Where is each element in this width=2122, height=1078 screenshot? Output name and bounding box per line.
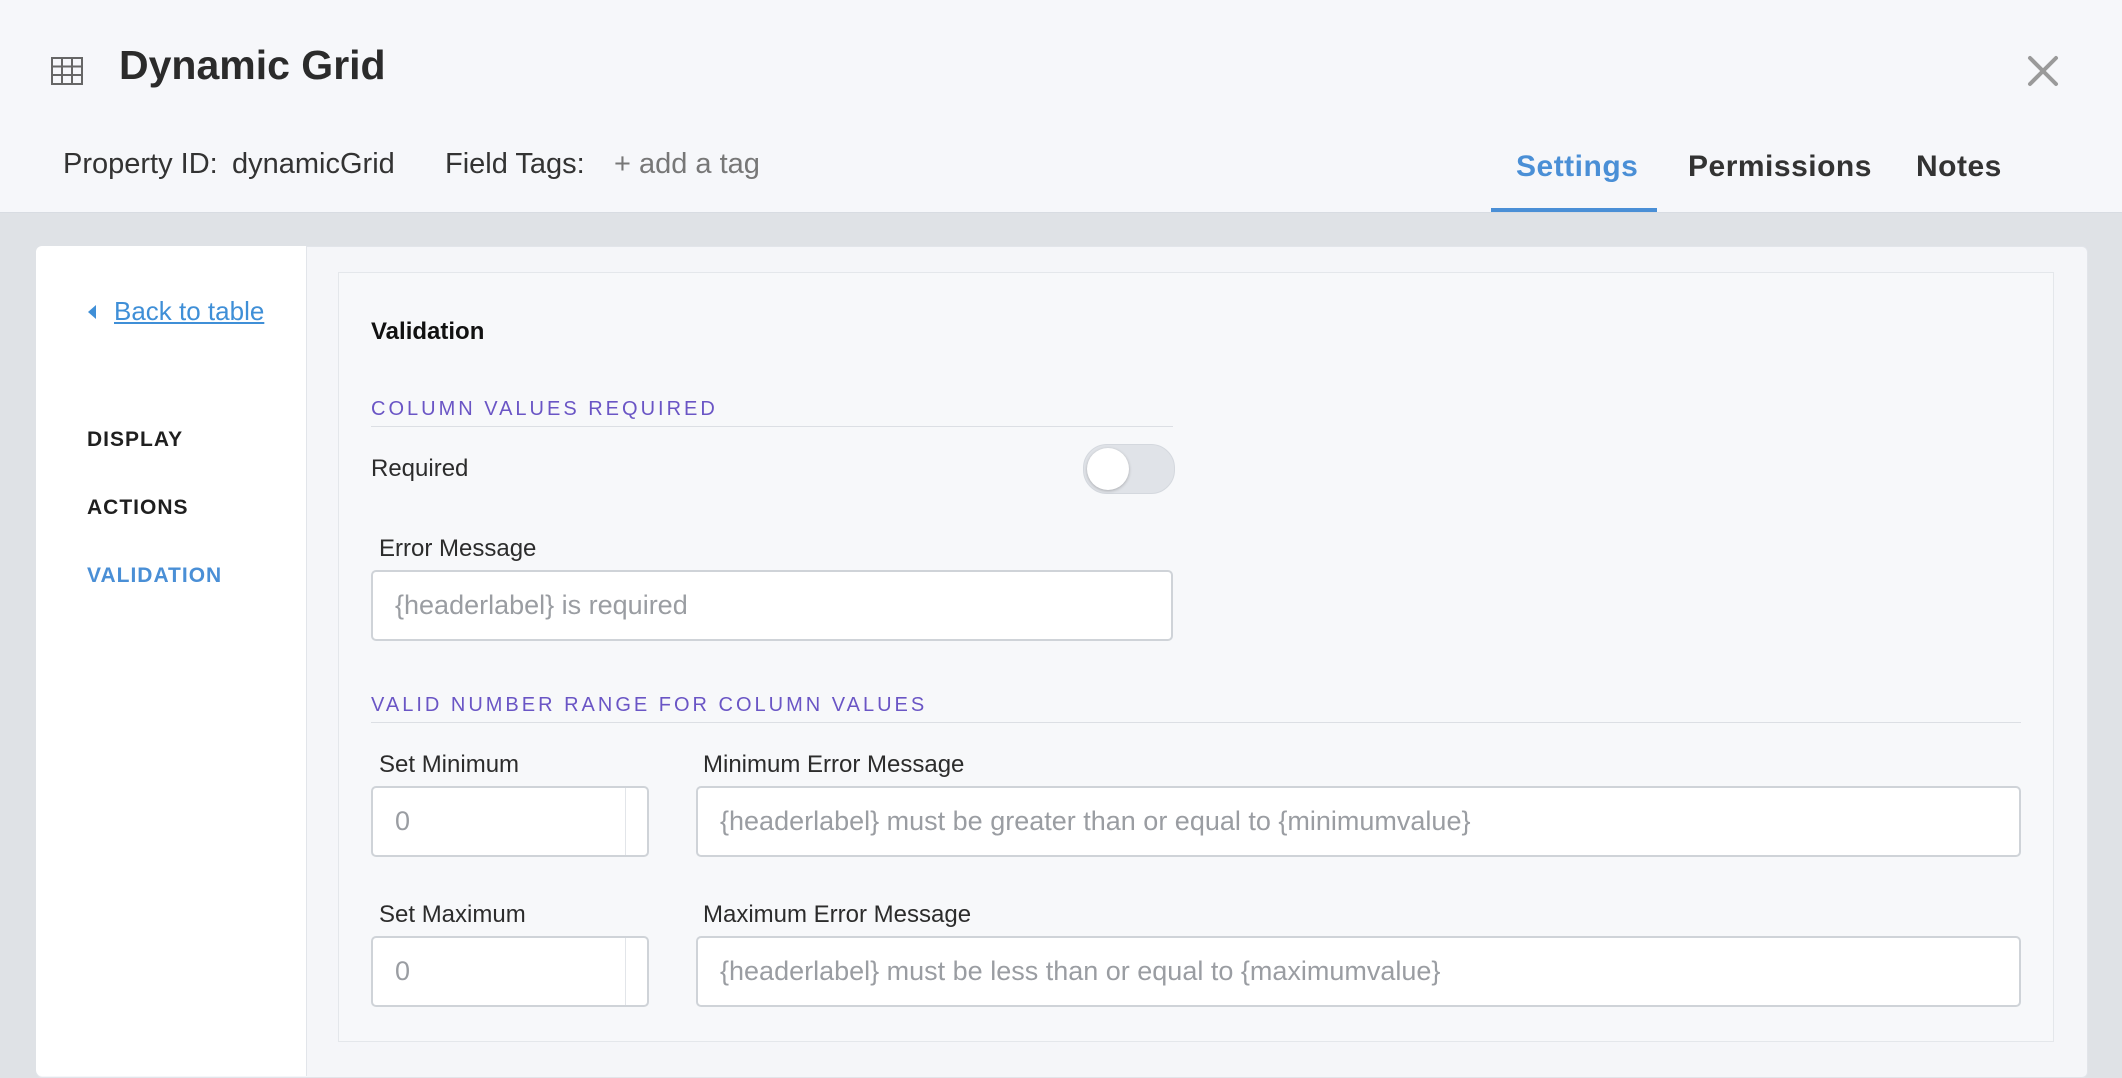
dialog-title: Dynamic Grid bbox=[119, 42, 386, 88]
field-tags-label: Field Tags: bbox=[445, 148, 585, 180]
add-tag-button[interactable]: + add a tag bbox=[614, 148, 760, 181]
required-toggle[interactable] bbox=[1083, 444, 1175, 494]
table-icon bbox=[51, 57, 83, 85]
validation-panel bbox=[338, 272, 2054, 1042]
maximum-error-input[interactable] bbox=[696, 936, 2021, 1007]
caret-left-icon bbox=[88, 304, 96, 319]
section-title: Validation bbox=[371, 318, 485, 345]
stepper-divider bbox=[625, 938, 626, 1005]
back-to-table-link[interactable]: Back to table bbox=[84, 296, 264, 327]
back-to-table-label: Back to table bbox=[114, 296, 265, 326]
stepper-divider bbox=[625, 788, 626, 855]
sidebar-item-actions[interactable]: ACTIONS bbox=[87, 496, 189, 520]
toggle-knob bbox=[1087, 448, 1129, 490]
error-message-input[interactable] bbox=[371, 570, 1173, 641]
number-range-heading: VALID NUMBER RANGE FOR COLUMN VALUES bbox=[371, 694, 928, 716]
tab-permissions[interactable]: Permissions bbox=[1688, 150, 1872, 184]
set-maximum-input[interactable] bbox=[371, 936, 649, 1007]
set-minimum-input[interactable] bbox=[371, 786, 649, 857]
maximum-error-label: Maximum Error Message bbox=[703, 901, 972, 928]
close-icon[interactable] bbox=[2020, 48, 2066, 94]
minimum-error-label: Minimum Error Message bbox=[703, 751, 965, 778]
property-id-label: Property ID: bbox=[63, 148, 218, 180]
set-maximum-label: Set Maximum bbox=[379, 901, 526, 928]
set-minimum-label: Set Minimum bbox=[379, 751, 520, 778]
sidebar-item-display[interactable]: DISPLAY bbox=[87, 428, 183, 452]
settings-sidebar bbox=[36, 246, 307, 1076]
divider bbox=[371, 722, 2021, 723]
property-id-value: dynamicGrid bbox=[232, 148, 395, 180]
active-tab-indicator bbox=[1491, 208, 1657, 212]
error-message-label: Error Message bbox=[379, 535, 537, 562]
tab-settings[interactable]: Settings bbox=[1516, 150, 1638, 184]
column-required-heading: COLUMN VALUES REQUIRED bbox=[371, 398, 718, 420]
tab-notes[interactable]: Notes bbox=[1916, 150, 2002, 184]
required-label: Required bbox=[371, 455, 469, 482]
minimum-error-input[interactable] bbox=[696, 786, 2021, 857]
sidebar-item-validation[interactable]: VALIDATION bbox=[87, 564, 222, 588]
divider bbox=[371, 426, 1173, 427]
